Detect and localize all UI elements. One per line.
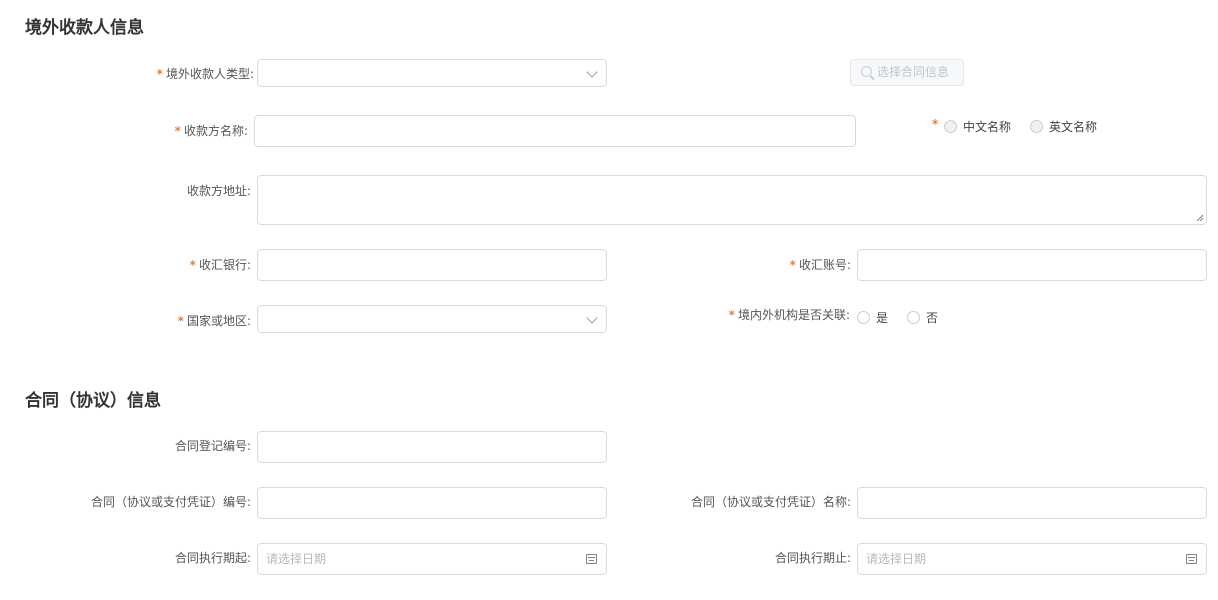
- chevron-down-icon: [586, 66, 598, 78]
- calendar-icon: [586, 554, 597, 564]
- bank-input[interactable]: [257, 249, 607, 281]
- radio-circle: [1030, 120, 1043, 133]
- name-lang-en-radio[interactable]: 英文名称: [1030, 116, 1097, 135]
- contract-no-input[interactable]: [257, 487, 607, 519]
- required-asterisk: *: [177, 314, 184, 328]
- payee-type-select[interactable]: [257, 59, 607, 87]
- contract-end-date-picker[interactable]: 请选择日期: [857, 543, 1207, 575]
- select-contract-button[interactable]: 选择合同信息: [850, 59, 964, 86]
- contract-start-date-picker[interactable]: 请选择日期: [257, 543, 607, 575]
- contract-name-input[interactable]: [857, 487, 1207, 519]
- chevron-down-icon: [586, 312, 598, 324]
- name-lang-cn-radio[interactable]: 中文名称: [944, 116, 1011, 135]
- calendar-icon: [1186, 554, 1197, 564]
- required-asterisk: *: [789, 258, 796, 272]
- contract-no-label: 合同（协议或支付凭证）编号:: [90, 495, 251, 509]
- required-asterisk: *: [174, 124, 181, 138]
- payee-address-label: 收款方地址:: [186, 184, 251, 198]
- account-label: * 收汇账号:: [789, 258, 851, 272]
- related-label: * 境内外机构是否关联:: [728, 308, 850, 322]
- required-asterisk: *: [156, 67, 163, 81]
- date-placeholder: 请选择日期: [866, 552, 927, 566]
- payee-name-input[interactable]: [254, 115, 856, 147]
- radio-circle: [907, 311, 920, 324]
- radio-circle: [857, 311, 870, 324]
- search-icon: [861, 66, 872, 77]
- section-title-payee: 境外收款人信息: [25, 18, 144, 38]
- required-asterisk: *: [189, 258, 196, 272]
- bank-label: * 收汇银行:: [189, 258, 251, 272]
- payee-name-label: * 收款方名称:: [174, 124, 248, 138]
- related-no-radio[interactable]: 否: [907, 307, 938, 326]
- radio-circle: [944, 120, 957, 133]
- country-select[interactable]: [257, 305, 607, 333]
- contract-reg-no-label: 合同登记编号:: [174, 439, 251, 453]
- payee-address-textarea[interactable]: [257, 175, 1207, 225]
- account-input[interactable]: [857, 249, 1207, 281]
- section-title-contract: 合同（协议）信息: [25, 391, 161, 411]
- required-asterisk: *: [728, 308, 735, 322]
- contract-reg-no-input[interactable]: [257, 431, 607, 463]
- contract-start-label: 合同执行期起:: [174, 551, 251, 565]
- contract-name-label: 合同（协议或支付凭证）名称:: [690, 495, 851, 509]
- required-asterisk: *: [932, 117, 939, 131]
- date-placeholder: 请选择日期: [266, 552, 327, 566]
- related-yes-radio[interactable]: 是: [857, 307, 888, 326]
- contract-end-label: 合同执行期止:: [774, 551, 851, 565]
- resize-handle-icon[interactable]: [1196, 214, 1204, 222]
- country-label: * 国家或地区:: [177, 314, 251, 328]
- payee-type-label: * 境外收款人类型:: [156, 67, 254, 81]
